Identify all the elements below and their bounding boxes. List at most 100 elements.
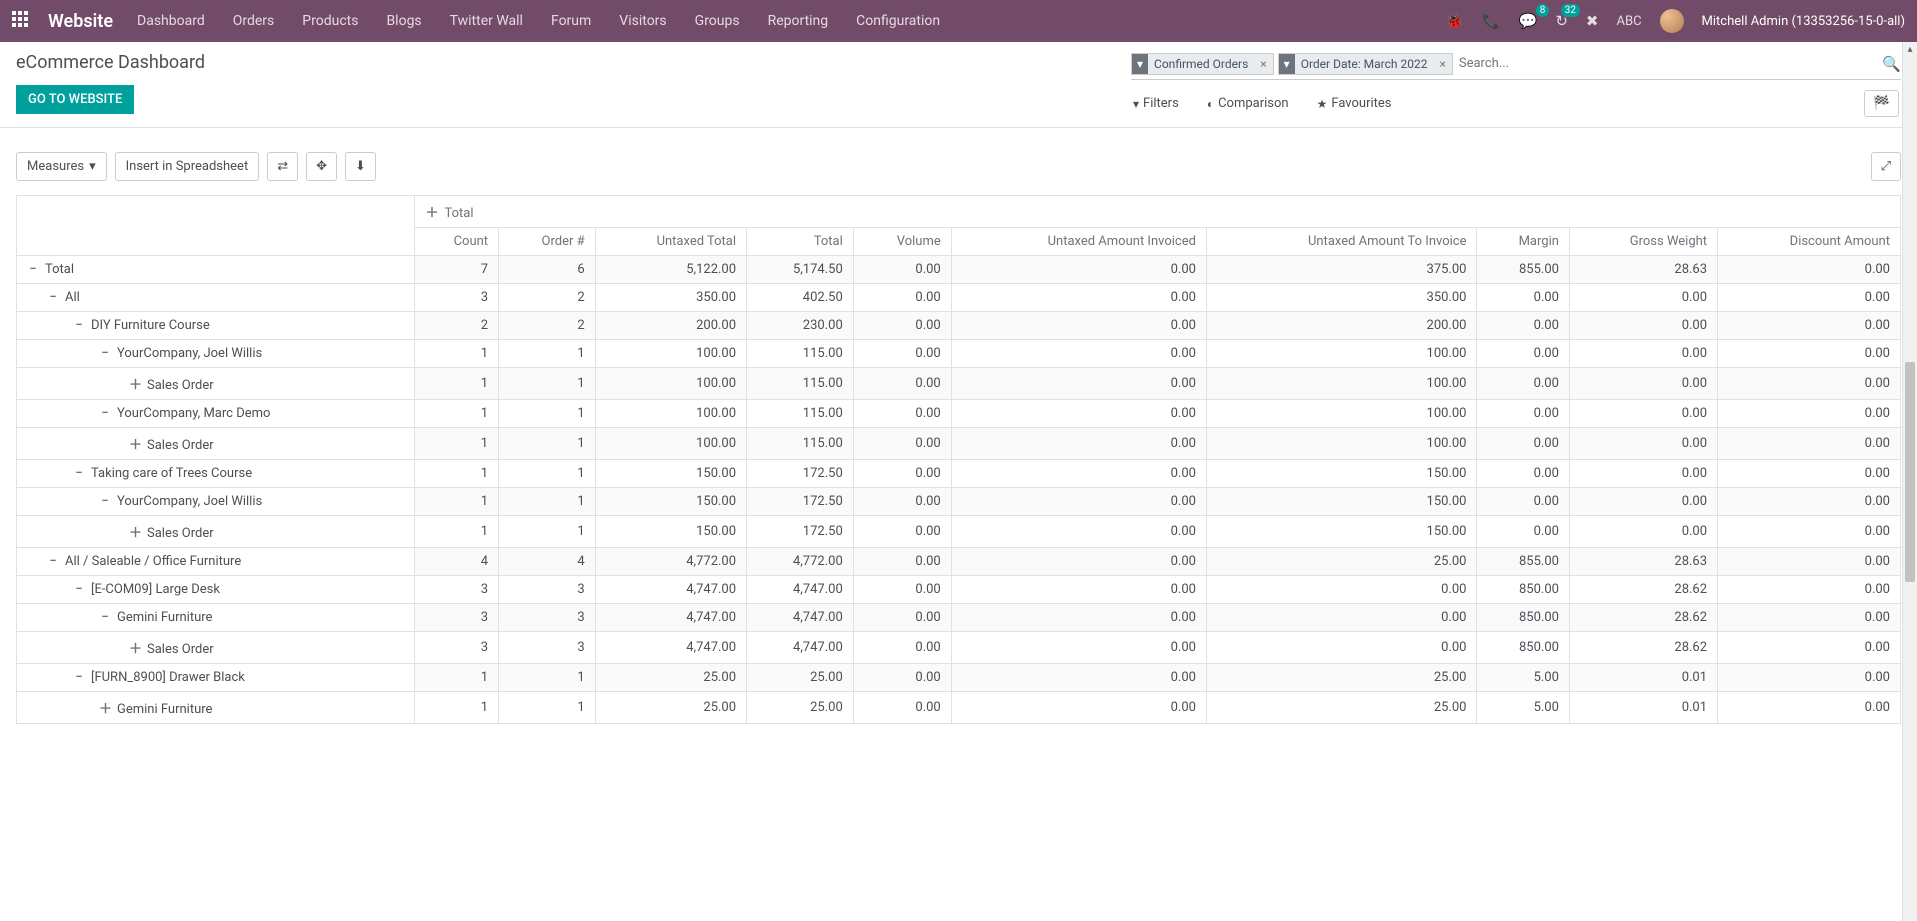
phone-icon[interactable]: 📞 [1482,12,1501,30]
row-header[interactable]: ＋ Sales Order [17,516,415,548]
expand-icon[interactable]: ＋ [129,522,141,541]
row-label: Gemini Furniture [117,610,212,625]
dashboard-view-button[interactable]: 🏁 [1864,90,1899,117]
row-header[interactable]: ＋Gemini Furniture [17,692,415,724]
top-navbar: Website Dashboard Orders Products Blogs Twit… [0,0,1917,42]
data-cell: 0.00 [1718,692,1901,724]
collapse-icon[interactable]: − [47,290,59,305]
row-header[interactable]: −Total [17,256,415,284]
nav-reporting[interactable]: Reporting [768,13,829,29]
collapse-icon[interactable]: − [99,494,111,509]
data-cell: 172.50 [747,516,854,548]
column-header[interactable]: Total [747,228,854,256]
row-label: Taking care of Trees Course [91,466,252,481]
row-header[interactable]: −[E-COM09] Large Desk [17,576,415,604]
insert-spreadsheet-button[interactable]: Insert in Spreadsheet [115,152,260,181]
scroll-thumb[interactable] [1905,362,1915,582]
scrollbar[interactable]: ▴ [1902,42,1917,921]
nav-visitors[interactable]: Visitors [619,13,666,29]
column-header[interactable]: Untaxed Amount To Invoice [1206,228,1477,256]
column-header[interactable]: Order # [499,228,596,256]
row-header[interactable]: −All [17,284,415,312]
expand-icon[interactable]: ＋ [99,698,111,717]
data-cell: 0.00 [853,284,951,312]
nav-groups[interactable]: Groups [695,13,740,29]
collapse-icon[interactable]: − [99,346,111,361]
expand-icon[interactable]: ＋ [129,434,141,453]
column-header[interactable]: Gross Weight [1569,228,1717,256]
avatar[interactable] [1660,9,1684,33]
column-header[interactable]: Volume [853,228,951,256]
search-input[interactable] [1457,52,1882,75]
company-switcher[interactable]: ABC [1616,14,1641,29]
data-cell: 0.00 [1718,664,1901,692]
collapse-icon[interactable]: − [73,670,85,685]
row-header[interactable]: ＋Sales Order [17,428,415,460]
expand-all-button[interactable]: ✥ [306,152,337,181]
collapse-icon[interactable]: − [73,466,85,481]
row-header[interactable]: ＋ Sales Order [17,368,415,400]
column-header[interactable]: Untaxed Total [595,228,746,256]
bug-icon[interactable]: 🐞 [1445,12,1464,30]
collapse-icon[interactable]: − [47,554,59,569]
collapse-icon[interactable]: − [27,262,39,277]
apps-launcher-icon[interactable] [12,11,32,31]
data-cell: 150.00 [595,460,746,488]
nav-dashboard[interactable]: Dashboard [137,13,205,29]
data-cell: 0.00 [853,576,951,604]
expand-icon[interactable]: ＋ [129,638,141,657]
column-header[interactable]: Untaxed Amount Invoiced [951,228,1206,256]
app-brand[interactable]: Website [48,11,113,32]
favourites-dropdown[interactable]: ★Favourites [1317,96,1392,111]
chip-label: Confirmed Orders [1148,54,1254,74]
column-header[interactable]: Margin [1477,228,1569,256]
search-icon[interactable]: 🔍 [1882,55,1901,73]
row-header[interactable]: −YourCompany, Marc Demo [17,400,415,428]
user-name[interactable]: Mitchell Admin (13353256-15-0-all) [1702,14,1905,29]
column-total-header[interactable]: ＋Total [415,196,1901,228]
expand-icon[interactable]: ＋ [129,374,141,393]
row-header[interactable]: −Gemini Furniture [17,604,415,632]
scroll-up-icon[interactable]: ▴ [1903,42,1917,58]
row-label: Sales Order [147,526,214,541]
table-row: −Taking care of Trees Course11150.00172.… [17,460,1901,488]
row-header[interactable]: −DIY Furniture Course [17,312,415,340]
measures-dropdown[interactable]: Measures▾ [16,152,107,181]
collapse-icon[interactable]: − [73,318,85,333]
column-header[interactable]: Count [415,228,499,256]
comparison-dropdown[interactable]: ◐Comparison [1207,96,1289,111]
data-cell: 5.00 [1477,664,1569,692]
nav-twitter-wall[interactable]: Twitter Wall [450,13,523,29]
activities-icon[interactable]: ↻32 [1555,12,1568,30]
collapse-icon[interactable]: − [73,582,85,597]
filters-dropdown[interactable]: ▾Filters [1133,96,1179,111]
nav-orders[interactable]: Orders [233,13,275,29]
row-header[interactable]: ＋Sales Order [17,632,415,664]
row-header[interactable]: −[FURN_8900] Drawer Black [17,664,415,692]
fullscreen-button[interactable]: ⤢ [1871,152,1901,181]
nav-configuration[interactable]: Configuration [856,13,940,29]
row-header[interactable]: −YourCompany, Joel Willis [17,340,415,368]
collapse-icon[interactable]: − [99,610,111,625]
nav-products[interactable]: Products [302,13,358,29]
nav-forum[interactable]: Forum [551,13,591,29]
messages-icon[interactable]: 💬8 [1519,12,1538,30]
row-header[interactable]: −All / Saleable / Office Furniture [17,548,415,576]
data-cell: 0.00 [951,256,1206,284]
flip-axis-button[interactable]: ⇄ [267,152,298,181]
nav-blogs[interactable]: Blogs [386,13,421,29]
data-cell: 350.00 [1206,284,1477,312]
data-cell: 0.00 [951,428,1206,460]
chip-remove-icon[interactable]: × [1433,57,1451,71]
chip-remove-icon[interactable]: × [1254,57,1272,71]
download-xlsx-button[interactable]: ⬇ [345,152,376,181]
row-header[interactable]: −Taking care of Trees Course [17,460,415,488]
row-header[interactable]: −YourCompany, Joel Willis [17,488,415,516]
collapse-icon[interactable]: − [99,406,111,421]
data-cell: 1 [415,368,499,400]
tools-icon[interactable]: ✖ [1586,12,1599,30]
row-label: Sales Order [147,378,214,393]
go-to-website-button[interactable]: GO TO WEBSITE [16,85,134,114]
column-header[interactable]: Discount Amount [1718,228,1901,256]
data-cell: 0.00 [1718,428,1901,460]
